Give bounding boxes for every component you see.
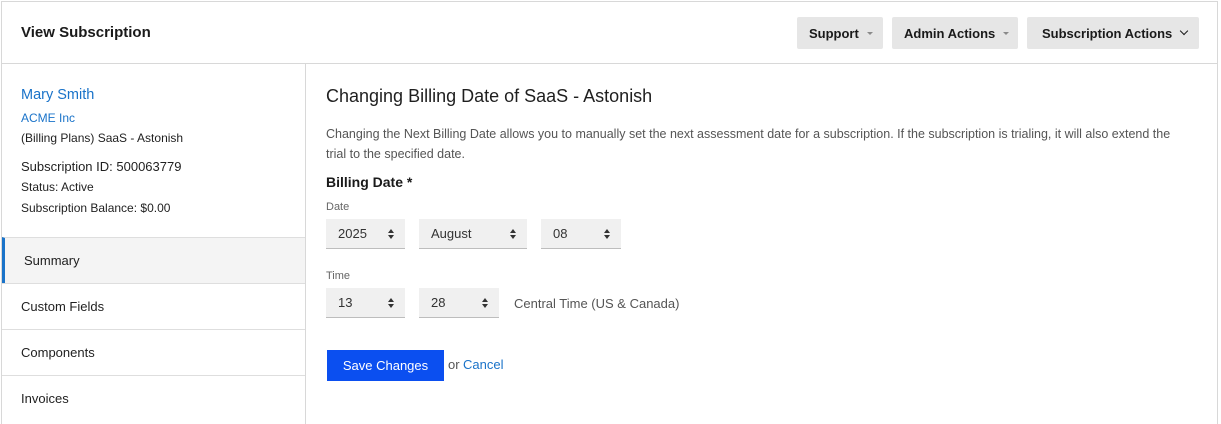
up-down-arrows-icon bbox=[604, 229, 611, 239]
month-select-value: August bbox=[431, 226, 472, 241]
sidebar-item-custom-fields[interactable]: Custom Fields bbox=[2, 283, 305, 329]
month-select[interactable]: August bbox=[419, 219, 527, 249]
caret-down-icon bbox=[866, 31, 873, 35]
timezone-label: Central Time (US & Canada) bbox=[514, 296, 680, 311]
sidebar-item-label: Invoices bbox=[21, 391, 69, 406]
hour-select-value: 13 bbox=[338, 295, 353, 310]
hour-select[interactable]: 13 bbox=[326, 288, 405, 318]
subscription-actions-button[interactable]: Subscription Actions bbox=[1027, 17, 1199, 49]
sidebar: Mary Smith ACME Inc (Billing Plans) SaaS… bbox=[2, 64, 306, 424]
up-down-arrows-icon bbox=[510, 229, 517, 239]
sidebar-item-components[interactable]: Components bbox=[2, 329, 305, 375]
save-changes-button[interactable]: Save Changes bbox=[327, 350, 444, 381]
page-header: View Subscription Support Admin Actions … bbox=[2, 2, 1217, 64]
customer-name-link[interactable]: Mary Smith bbox=[21, 87, 94, 103]
up-down-arrows-icon bbox=[388, 298, 395, 308]
subscription-status: Status: Active bbox=[21, 180, 94, 194]
sidebar-item-summary[interactable]: Summary bbox=[2, 237, 305, 283]
admin-actions-button-label: Admin Actions bbox=[904, 25, 996, 41]
plan-name: (Billing Plans) SaaS - Astonish bbox=[21, 131, 184, 145]
up-down-arrows-icon bbox=[388, 229, 395, 239]
caret-down-icon bbox=[1003, 31, 1010, 35]
or-text: or bbox=[448, 357, 460, 372]
minute-select[interactable]: 28 bbox=[419, 288, 499, 318]
page-title: View Subscription bbox=[21, 24, 151, 41]
day-select[interactable]: 08 bbox=[541, 219, 621, 249]
app-frame: View Subscription Support Admin Actions … bbox=[1, 1, 1218, 424]
subscription-balance: Subscription Balance: $0.00 bbox=[21, 201, 171, 215]
year-select[interactable]: 2025 bbox=[326, 219, 405, 249]
cancel-link[interactable]: Cancel bbox=[463, 357, 503, 372]
organization-link[interactable]: ACME Inc bbox=[21, 111, 75, 125]
form-title: Changing Billing Date of SaaS - Astonish bbox=[326, 86, 653, 106]
billing-date-heading: Billing Date * bbox=[326, 174, 413, 190]
year-select-value: 2025 bbox=[338, 226, 367, 241]
main-content: Changing Billing Date of SaaS - Astonish… bbox=[306, 64, 1217, 424]
sidebar-item-invoices[interactable]: Invoices bbox=[2, 375, 305, 421]
subscription-id: Subscription ID: 500063779 bbox=[21, 159, 182, 174]
form-description: Changing the Next Billing Date allows yo… bbox=[326, 127, 1171, 161]
support-button-label: Support bbox=[809, 25, 859, 41]
sidebar-item-label: Summary bbox=[24, 253, 80, 268]
date-label: Date bbox=[326, 201, 350, 213]
sidebar-item-label: Components bbox=[21, 345, 95, 360]
support-button[interactable]: Support bbox=[797, 17, 883, 49]
day-select-value: 08 bbox=[553, 226, 568, 241]
subscription-actions-button-label: Subscription Actions bbox=[1042, 25, 1173, 41]
sidebar-item-label: Custom Fields bbox=[21, 299, 105, 314]
time-label: Time bbox=[326, 270, 351, 282]
up-down-arrows-icon bbox=[482, 298, 489, 308]
admin-actions-button[interactable]: Admin Actions bbox=[892, 17, 1018, 49]
minute-select-value: 28 bbox=[431, 295, 446, 310]
chevron-down-icon bbox=[1180, 26, 1189, 36]
